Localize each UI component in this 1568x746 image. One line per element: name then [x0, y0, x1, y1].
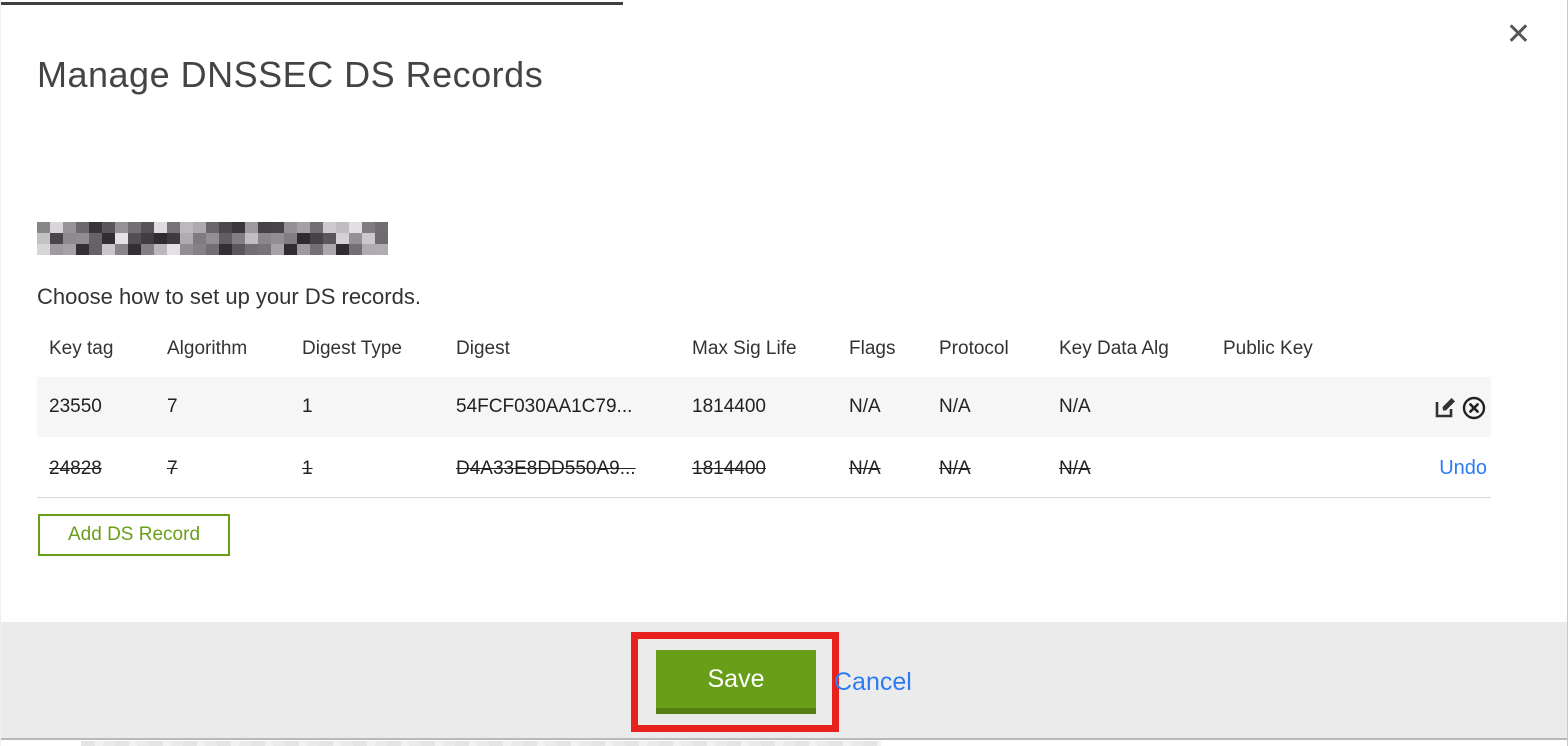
col-header-key-tag: Key tag	[49, 338, 114, 359]
cell-key-data-alg: N/A	[1059, 396, 1091, 417]
cell-key-tag: 24828	[49, 457, 102, 479]
edit-icon[interactable]	[1433, 394, 1459, 420]
cell-algorithm: 7	[167, 457, 178, 479]
background-page-remnant	[81, 741, 881, 746]
cell-protocol: N/A	[939, 457, 971, 479]
window-top-edge	[1, 2, 623, 5]
col-header-key-data-alg: Key Data Alg	[1059, 338, 1169, 359]
cell-key-tag: 23550	[49, 396, 102, 417]
col-header-algorithm: Algorithm	[167, 338, 248, 359]
ds-records-table: Key tag Algorithm Digest Type Digest Max…	[37, 330, 1491, 498]
col-header-public-key: Public Key	[1223, 338, 1313, 359]
page-title: Manage DNSSEC DS Records	[37, 54, 544, 96]
table-header-row: Key tag Algorithm Digest Type Digest Max…	[37, 330, 1491, 368]
close-icon[interactable]: ✕	[1506, 20, 1531, 50]
save-button[interactable]: Save	[656, 650, 816, 714]
cell-digest-type: 1	[302, 457, 313, 479]
cell-flags: N/A	[849, 457, 881, 479]
undo-link[interactable]: Undo	[1439, 457, 1487, 480]
manage-dnssec-modal: Manage DNSSEC DS Records ✕ Choose how to…	[0, 0, 1568, 746]
cell-digest-type: 1	[302, 396, 313, 417]
cell-digest: 54FCF030AA1C79...	[456, 396, 633, 417]
cell-protocol: N/A	[939, 396, 971, 417]
col-header-digest: Digest	[456, 338, 510, 359]
add-ds-record-button[interactable]: Add DS Record	[38, 514, 231, 556]
cell-flags: N/A	[849, 396, 881, 417]
col-header-max-sig-life: Max Sig Life	[692, 338, 797, 359]
cell-key-data-alg: N/A	[1059, 457, 1091, 479]
instructions-text: Choose how to set up your DS records.	[37, 284, 421, 309]
col-header-digest-type: Digest Type	[302, 338, 402, 359]
cell-digest: D4A33E8DD550A9...	[456, 457, 636, 479]
col-header-flags: Flags	[849, 338, 896, 359]
cell-max-sig-life: 1814400	[692, 457, 766, 479]
col-header-protocol: Protocol	[939, 338, 1009, 359]
annotation-highlight-box: Save	[631, 632, 839, 732]
cell-max-sig-life: 1814400	[692, 396, 766, 417]
table-row-deleted: 24828 7 1 D4A33E8DD550A9... 1814400 N/A …	[37, 440, 1491, 498]
redacted-domain-name	[37, 222, 388, 255]
cancel-link[interactable]: Cancel	[834, 668, 912, 697]
table-row: 23550 7 1 54FCF030AA1C79... 1814400 N/A …	[37, 377, 1491, 437]
delete-icon[interactable]	[1461, 394, 1487, 420]
cell-algorithm: 7	[167, 396, 178, 417]
